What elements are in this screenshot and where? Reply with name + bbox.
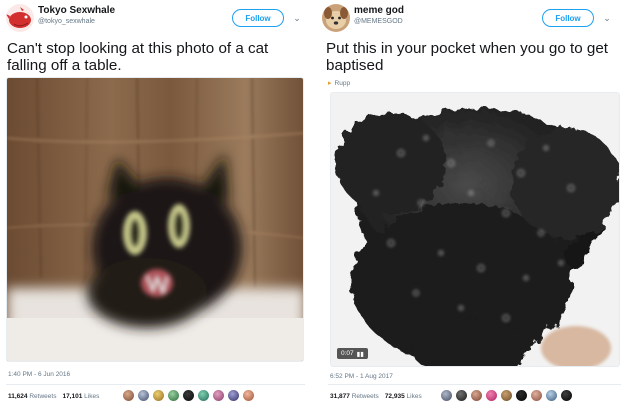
liker-avatar[interactable] [182,389,195,402]
retweets-stat[interactable]: 11,624 Retweets [8,393,56,400]
likes-count: 17,101 [62,393,83,400]
tweet-text: Put this in your pocket when you go to g… [326,40,608,74]
fluffy-animal-underwater-image [331,93,619,366]
liker-avatar[interactable] [470,389,483,402]
screenshot-stage: Tokyo Sexwhale @tokyo_sexwhale Follow ⌄ … [0,0,625,415]
chevron-down-icon[interactable]: ⌄ [602,13,612,23]
media-credit[interactable]: ▸ Rupp [328,79,351,88]
volume-icon: ▮▮ [356,350,364,358]
user-handle[interactable]: @tokyo_sexwhale [38,18,95,25]
display-name[interactable]: meme god [354,5,404,16]
avatar[interactable] [6,4,34,32]
follow-button[interactable]: Follow [542,9,594,27]
liker-avatar[interactable] [455,389,468,402]
gif-duration-badge: 0:07 ▮▮ [337,348,368,359]
display-name[interactable]: Tokyo Sexwhale [38,5,115,16]
red-whale-avatar-icon [6,4,34,32]
tweet-header: meme god @MEMESGOD Follow ⌄ [322,4,619,34]
liker-avatar[interactable] [212,389,225,402]
tweet-card: meme god @MEMESGOD Follow ⌄ Put this in … [316,0,625,415]
liker-avatar[interactable] [167,389,180,402]
liker-avatar[interactable] [440,389,453,402]
liker-avatars [440,389,573,402]
liker-avatar[interactable] [545,389,558,402]
dog-avatar-icon [322,4,350,32]
retweets-label: Retweets [351,393,379,400]
tweet-stats: 11,624 Retweets 17,101 Likes [8,393,99,400]
tweet-text: Can't stop looking at this photo of a ca… [7,40,269,74]
tweet-media-photo[interactable] [6,77,304,362]
likes-stat[interactable]: 72,935 Likes [385,393,422,400]
liker-avatar[interactable] [227,389,240,402]
tweet-media-gif[interactable]: 0:07 ▮▮ [330,92,620,367]
tweet-timestamp[interactable]: 1:40 PM - 6 Jun 2016 [8,371,70,378]
avatar[interactable] [322,4,350,32]
likes-stat[interactable]: 17,101 Likes [62,393,99,400]
liker-avatar[interactable] [137,389,150,402]
gif-duration: 0:07 [341,350,354,357]
follow-button[interactable]: Follow [232,9,284,27]
liker-avatar[interactable] [242,389,255,402]
panel-divider [311,0,314,415]
likes-label: Likes [406,393,422,400]
user-tag-icon: ▸ [328,80,332,87]
liker-avatar[interactable] [152,389,165,402]
tweet-timestamp[interactable]: 6:52 PM - 1 Aug 2017 [330,373,393,380]
chevron-down-icon[interactable]: ⌄ [292,13,302,23]
likes-count: 72,935 [384,393,405,400]
retweets-label: Retweets [29,393,57,400]
liker-avatar[interactable] [122,389,135,402]
liker-avatar[interactable] [485,389,498,402]
blurred-cat-image [7,78,303,361]
liker-avatar[interactable] [197,389,210,402]
retweets-count: 31,877 [330,393,350,400]
liker-avatars [122,389,255,402]
tweet-card: Tokyo Sexwhale @tokyo_sexwhale Follow ⌄ … [0,0,309,415]
user-handle[interactable]: @MEMESGOD [354,18,403,25]
liker-avatar[interactable] [515,389,528,402]
retweets-count: 11,624 [8,393,28,400]
retweets-stat[interactable]: 31,877 Retweets [330,393,379,400]
liker-avatar[interactable] [530,389,543,402]
likes-label: Likes [84,393,100,400]
tweet-header: Tokyo Sexwhale @tokyo_sexwhale Follow ⌄ [6,4,303,34]
divider [328,384,621,385]
media-credit-name: Rupp [334,79,351,87]
liker-avatar[interactable] [500,389,513,402]
liker-avatar[interactable] [560,389,573,402]
divider [6,384,305,385]
tweet-stats: 31,877 Retweets 72,935 Likes [330,393,422,400]
